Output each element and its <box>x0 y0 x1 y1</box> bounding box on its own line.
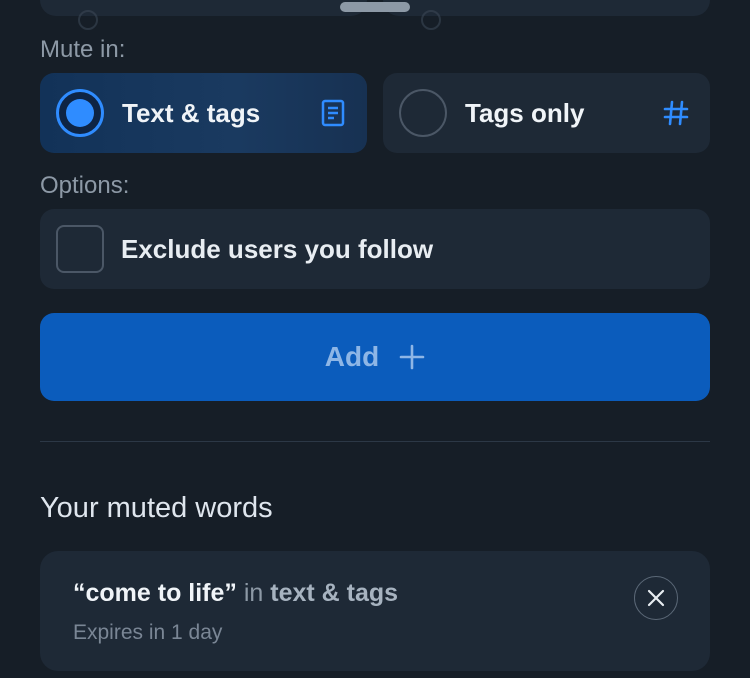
mute-words-sheet: Mute in: Text & tags Tags only Options: <box>0 0 750 678</box>
muted-word-scope: text & tags <box>270 579 399 607</box>
option-label: Text & tags <box>122 97 261 128</box>
add-button[interactable]: Add <box>40 313 710 401</box>
muted-word-text: “come to life” <box>73 579 237 607</box>
plus-icon <box>399 344 425 370</box>
muted-word-item: “come to life” in text & tags Expires in… <box>40 551 710 671</box>
section-divider <box>40 441 710 442</box>
previous-option-card-right[interactable] <box>383 0 710 30</box>
exclude-following-option[interactable]: Exclude users you follow <box>40 209 710 289</box>
options-label: Options: <box>40 172 130 199</box>
close-icon <box>647 589 665 607</box>
add-button-label: Add <box>324 341 380 372</box>
exclude-following-checkbox[interactable] <box>56 225 104 273</box>
previous-option-card-left[interactable] <box>40 0 367 30</box>
document-icon <box>313 93 353 133</box>
radio-selected[interactable] <box>56 89 104 137</box>
hash-icon <box>656 93 696 133</box>
remove-muted-word-button[interactable] <box>634 576 678 620</box>
muted-word-connector: in <box>236 579 271 607</box>
muted-word-line: “come to life” in text & tags <box>73 579 398 608</box>
muted-words-title: Your muted words <box>40 492 273 524</box>
sheet-drag-handle[interactable] <box>340 2 410 12</box>
radio-partial <box>421 10 441 30</box>
exclude-following-label: Exclude users you follow <box>121 233 434 264</box>
mute-in-option-tags-only[interactable]: Tags only <box>383 73 710 153</box>
muted-word-expiry: Expires in 1 day <box>73 621 223 644</box>
mute-in-label: Mute in: <box>40 36 126 63</box>
mute-in-option-text-and-tags[interactable]: Text & tags <box>40 73 367 153</box>
radio-unselected[interactable] <box>399 89 447 137</box>
option-label: Tags only <box>465 97 585 128</box>
radio-partial <box>78 10 98 30</box>
